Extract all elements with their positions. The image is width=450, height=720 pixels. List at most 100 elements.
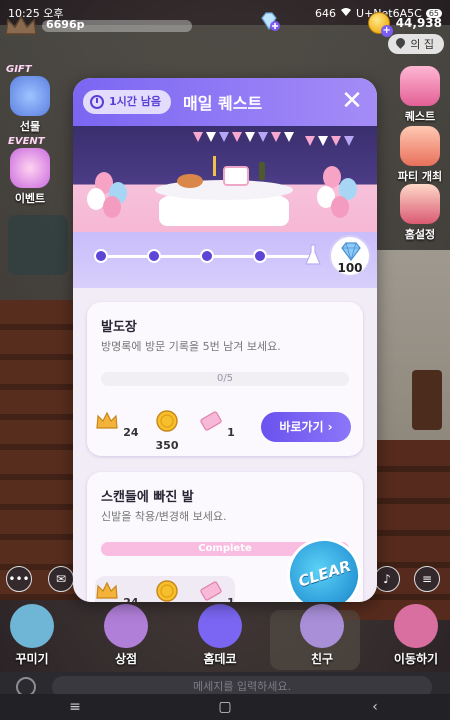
location-text: 의 집 xyxy=(410,38,434,51)
timer-pill: 1시간 남음 xyxy=(83,90,171,114)
house-icon xyxy=(400,184,440,224)
clock-icon xyxy=(90,95,104,109)
plus-icon: + xyxy=(380,25,393,37)
mail-icon[interactable]: ✉ xyxy=(48,566,74,592)
event-label: 이벤트 xyxy=(14,192,46,205)
crown-icon xyxy=(96,581,119,599)
pin-icon xyxy=(394,36,408,49)
quest-rewards: 24 350 1 xyxy=(95,410,239,452)
sofa-icon xyxy=(198,604,242,648)
recent-apps-button[interactable]: ≡ xyxy=(45,699,105,715)
gift-icon xyxy=(10,76,50,116)
gift-label: 선물 xyxy=(19,120,41,133)
diamond-icon xyxy=(341,242,361,261)
modal-title: 매일 퀘스트 xyxy=(183,94,263,113)
currency-value: 44,938 xyxy=(395,16,442,30)
milestone-dot xyxy=(147,249,161,263)
points-text: 6696p xyxy=(46,18,85,31)
reward-ticket: 1 xyxy=(195,410,239,452)
coin-icon: + xyxy=(367,12,393,37)
daily-quest-modal: 1시간 남음 매일 퀘스트 ✕ 100 발도장 방명록에 방문 기록을 5번 남… xyxy=(73,78,377,602)
quest-title: 발도장 xyxy=(101,320,137,335)
milestone-dot xyxy=(200,249,214,263)
wifi-icon xyxy=(340,7,352,20)
quest-list[interactable]: 발도장 방명록에 방문 기록을 5번 남겨 보세요. 0/5 24 350 1 xyxy=(73,288,377,602)
nav-homedeco[interactable]: 홈데코 xyxy=(190,604,250,667)
quest-icon xyxy=(400,66,440,106)
flask-icon xyxy=(305,244,321,265)
reward-value: 24 xyxy=(123,426,139,439)
nav-shop-label: 상점 xyxy=(114,652,138,666)
party-icon xyxy=(400,126,440,166)
balloon-icon xyxy=(323,166,341,188)
modal-header: 1시간 남음 매일 퀘스트 ✕ xyxy=(73,78,377,126)
nav-shop[interactable]: 상점 xyxy=(96,604,156,667)
signpost-icon xyxy=(394,604,438,648)
bottom-nav: 꾸미기 상점 홈데코 친구 이동하기 xyxy=(0,600,450,670)
coin-icon xyxy=(156,410,178,432)
quest-title: 스캔들에 빠진 발 xyxy=(101,490,194,505)
bottle-icon xyxy=(259,162,265,180)
quest-label: 퀘스트 xyxy=(404,110,436,123)
location-pill[interactable]: 의 집 xyxy=(388,34,444,54)
more-icon[interactable]: ••• xyxy=(6,566,32,592)
ticket-icon xyxy=(200,581,222,601)
balloon-icon xyxy=(331,196,349,218)
shirt-icon xyxy=(10,604,54,648)
quest-card: 발도장 방명록에 방문 기록을 5번 남겨 보세요. 0/5 24 350 1 xyxy=(87,302,363,456)
home-settings-label: 홈설정 xyxy=(404,228,436,241)
coin-icon xyxy=(156,580,178,602)
bunting-decor-right xyxy=(305,136,354,146)
clear-stamp-text: CLEAR xyxy=(296,556,354,591)
reward-value: 24 xyxy=(123,596,138,602)
nav-friends[interactable]: 친구 xyxy=(292,604,352,667)
gift-button[interactable]: 선물 xyxy=(6,76,54,134)
reward-coin: 350 xyxy=(145,410,189,452)
reward-crown: 24 xyxy=(95,580,139,602)
status-count: 646 xyxy=(315,6,337,20)
quest-button[interactable]: 퀘스트 xyxy=(396,66,444,124)
home-settings-button[interactable]: 홈설정 xyxy=(396,184,444,242)
quest-description: 방명록에 방문 기록을 5번 남겨 보세요. xyxy=(101,340,281,353)
nav-move-label: 이동하기 xyxy=(393,652,439,666)
menu-icon[interactable]: ≡ xyxy=(414,566,440,592)
nav-move[interactable]: 이동하기 xyxy=(386,604,446,667)
currency-display[interactable]: + 44,938 xyxy=(362,12,442,37)
reward-coin: 350 xyxy=(145,580,189,602)
gift-tag: GIFT xyxy=(6,64,32,75)
party-illustration xyxy=(73,126,377,232)
home-button[interactable]: ▢ xyxy=(195,699,255,715)
shop-bag-icon xyxy=(104,604,148,648)
milestone-dot xyxy=(94,249,108,263)
cake-icon xyxy=(223,166,249,186)
reward-crown: 24 xyxy=(95,410,139,452)
milestone-reward[interactable]: 100 xyxy=(329,235,371,277)
nav-homedeco-label: 홈데코 xyxy=(203,652,237,666)
reward-ticket: 1 xyxy=(195,580,239,602)
candle-icon xyxy=(213,156,216,176)
nav-friends-label: 친구 xyxy=(310,652,334,666)
bunting-decor xyxy=(193,132,294,142)
quest-rewards: 24 350 1 xyxy=(95,580,239,602)
nav-decorate-label: 꾸미기 xyxy=(15,652,49,666)
bell-icon[interactable]: ♪ xyxy=(374,566,400,592)
reward-value: 1 xyxy=(227,426,235,439)
milestone-reward-value: 100 xyxy=(337,261,363,275)
quest-description: 신발을 착용/변경해 보세요. xyxy=(101,510,227,523)
ticket-icon xyxy=(200,411,222,431)
event-tag: EVENT xyxy=(8,136,45,147)
party-label: 파티 개최 xyxy=(397,170,443,183)
milestone-progress: 100 xyxy=(73,232,377,288)
back-button[interactable]: ‹ xyxy=(345,699,405,715)
party-button[interactable]: 파티 개최 xyxy=(396,126,444,184)
event-icon xyxy=(10,148,50,188)
close-button[interactable]: ✕ xyxy=(339,88,365,114)
balloon-icon xyxy=(103,196,121,218)
milestone-dot xyxy=(253,249,267,263)
go-button[interactable]: 바로가기 › xyxy=(261,412,351,442)
nav-decorate[interactable]: 꾸미기 xyxy=(2,604,62,667)
quest-progress-text: 0/5 xyxy=(216,373,234,384)
quest-progress-bar: 0/5 xyxy=(101,372,349,386)
timer-text: 1시간 남음 xyxy=(109,95,161,108)
event-button[interactable]: 이벤트 xyxy=(6,148,54,206)
